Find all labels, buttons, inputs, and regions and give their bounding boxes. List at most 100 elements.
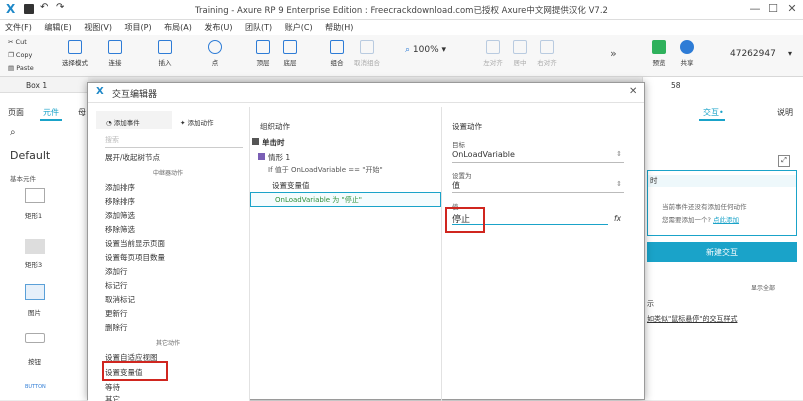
event-icon: ◔ (106, 119, 112, 127)
widget-rect3[interactable] (25, 239, 45, 254)
library-name[interactable]: Default (10, 149, 50, 162)
action-item[interactable]: 展开/收起树节点 (105, 152, 160, 163)
copy-button[interactable]: ❐ Copy (8, 51, 32, 59)
dialog-close-button[interactable]: ✕ (629, 86, 637, 97)
menu-team[interactable]: 团队(T) (245, 22, 272, 33)
align-left-button[interactable]: 左对齐 (478, 40, 508, 67)
event-label: 单击时 (262, 138, 285, 147)
target-select[interactable]: OnLoadVariable ⇕ (452, 150, 624, 163)
chevron-down-icon[interactable]: ▾ (788, 49, 792, 58)
tab-add-action[interactable]: ✦ 添加动作 (172, 111, 248, 129)
action-item[interactable]: 等待 (105, 382, 120, 393)
minimize-button[interactable]: — (745, 2, 765, 15)
ungroup-label: 取消组合 (354, 59, 380, 67)
menu-help[interactable]: 帮助(H) (325, 22, 353, 33)
ungroup-button[interactable]: 取消组合 (350, 40, 384, 67)
tab-add-event[interactable]: ◔ 添加事件 (96, 111, 172, 129)
menu-bar: 文件(F) 编辑(E) 视图(V) 项目(P) 布局(A) 发布(U) 团队(T… (0, 20, 803, 35)
button-sample[interactable]: BUTTON (25, 384, 46, 390)
top-layer-button[interactable]: 顶层 (248, 40, 278, 67)
widget-button[interactable] (25, 333, 45, 343)
empty-message: 当前事件还没有添加任何动作 (662, 203, 747, 211)
select-mode-button[interactable]: 选择模式 (57, 40, 93, 67)
group-button[interactable]: 组合 (322, 40, 352, 67)
action-item[interactable]: 添加筛选 (105, 210, 135, 221)
show-all-link[interactable]: 显示全部 (751, 283, 775, 292)
align-right-button[interactable]: 右对齐 (532, 40, 562, 67)
hint-link[interactable]: 如类似"鼠标悬停"的交互样式 (647, 314, 737, 324)
action-detail-text: OnLoadVariable 为 "停止" (275, 196, 362, 204)
tab-pages[interactable]: 页面 (8, 107, 24, 118)
configure-header: 设置动作 (452, 122, 482, 131)
action-item[interactable]: 添加行 (105, 266, 128, 277)
paste-button[interactable]: ▤ Paste (8, 64, 34, 72)
search-icon[interactable]: ⌕ (10, 127, 16, 138)
cut-button[interactable]: ✂ Cut (8, 38, 27, 46)
menu-edit[interactable]: 编辑(E) (44, 22, 71, 33)
new-interaction-button[interactable]: 新建交互 (647, 242, 797, 262)
menu-file[interactable]: 文件(F) (5, 22, 32, 33)
action-item[interactable]: 设置每页项目数量 (105, 252, 165, 263)
box-selector[interactable]: Box 1 (0, 77, 88, 93)
align-center-icon (513, 40, 527, 54)
more-tools-button[interactable]: » (610, 47, 617, 60)
action-search-input[interactable]: 搜索 (105, 135, 243, 148)
insert-button[interactable]: 插入 (150, 40, 180, 67)
window-title: Training - Axure RP 9 Enterprise Edition… (195, 6, 608, 16)
action-item[interactable]: 设置当前显示页面 (105, 238, 165, 249)
condition-text[interactable]: If 值于 OnLoadVariable == "开始" (268, 165, 383, 175)
case-node[interactable]: 情形 1 (258, 152, 290, 163)
add-link[interactable]: 点此添加 (713, 216, 739, 224)
action-item[interactable]: 更新行 (105, 308, 128, 319)
point-button[interactable]: 点 (200, 40, 230, 67)
action-item[interactable]: 移除筛选 (105, 224, 135, 235)
action-item[interactable]: 移除排序 (105, 196, 135, 207)
tab-widgets[interactable]: 元件 (43, 107, 59, 118)
action-item[interactable]: 取消标记 (105, 294, 135, 305)
tab-masters[interactable]: 母 (78, 107, 86, 118)
action-item[interactable]: 添加排序 (105, 182, 135, 193)
action-detail-row[interactable]: OnLoadVariable 为 "停止" (250, 192, 441, 207)
image-icon[interactable] (25, 284, 45, 300)
menu-layout[interactable]: 布局(A) (164, 22, 192, 33)
share-button[interactable]: 共享 (672, 40, 702, 67)
subsection-label: 基本元件 (10, 175, 36, 183)
action-item[interactable]: 删除行 (105, 322, 128, 333)
axure-logo-icon: X (96, 86, 104, 97)
left-panel: Box 1 页面 元件 母 ⌕ Default 基本元件 矩形1 矩形3 图片 … (0, 77, 88, 400)
event-card: 时 当前事件还没有添加任何动作 您需要添加一个? 点此添加 (647, 170, 797, 236)
plus-icon (158, 40, 172, 54)
align-right-label: 右对齐 (537, 59, 557, 67)
bottom-layer-button[interactable]: 底层 (275, 40, 305, 67)
event-title: 时 (648, 175, 796, 187)
chevron-down-icon: ▾ (441, 45, 447, 55)
box-label: Box 1 (26, 81, 48, 90)
tab-notes[interactable]: 说明 (777, 107, 793, 118)
widget-label: 按钮 (28, 358, 41, 366)
widget-rect1[interactable] (25, 188, 45, 203)
preview-button[interactable]: 预览 (644, 40, 674, 67)
select-mode-label: 选择模式 (62, 59, 88, 67)
event-node[interactable]: 单击时 (252, 137, 285, 148)
menu-view[interactable]: 视图(V) (84, 22, 112, 33)
menu-account[interactable]: 账户(C) (285, 22, 313, 33)
menu-project[interactable]: 项目(P) (125, 22, 152, 33)
align-center-button[interactable]: 居中 (505, 40, 535, 67)
connect-button[interactable]: 连接 (100, 40, 130, 67)
function-button[interactable]: fx (614, 214, 621, 223)
action-item[interactable]: 标记行 (105, 280, 128, 291)
maximize-button[interactable]: ☐ (763, 2, 783, 15)
organize-header: 组织动作 (260, 122, 290, 131)
zoom-control[interactable]: ⌕ 100% ▾ (405, 45, 446, 55)
menu-publish[interactable]: 发布(U) (204, 22, 232, 33)
account-id[interactable]: 47262947 (730, 49, 776, 59)
pen-icon (208, 40, 222, 54)
action-node[interactable]: 设置变量值 (272, 180, 310, 191)
widget-label: 图片 (28, 309, 41, 317)
point-label: 点 (211, 59, 219, 67)
close-window-button[interactable]: ✕ (782, 2, 802, 15)
tab-interaction[interactable]: 交互• (703, 107, 724, 118)
setas-select[interactable]: 值 ⇕ (452, 180, 624, 193)
x-field[interactable]: 58 (671, 81, 681, 90)
expand-icon[interactable]: ⤢ (778, 155, 790, 167)
